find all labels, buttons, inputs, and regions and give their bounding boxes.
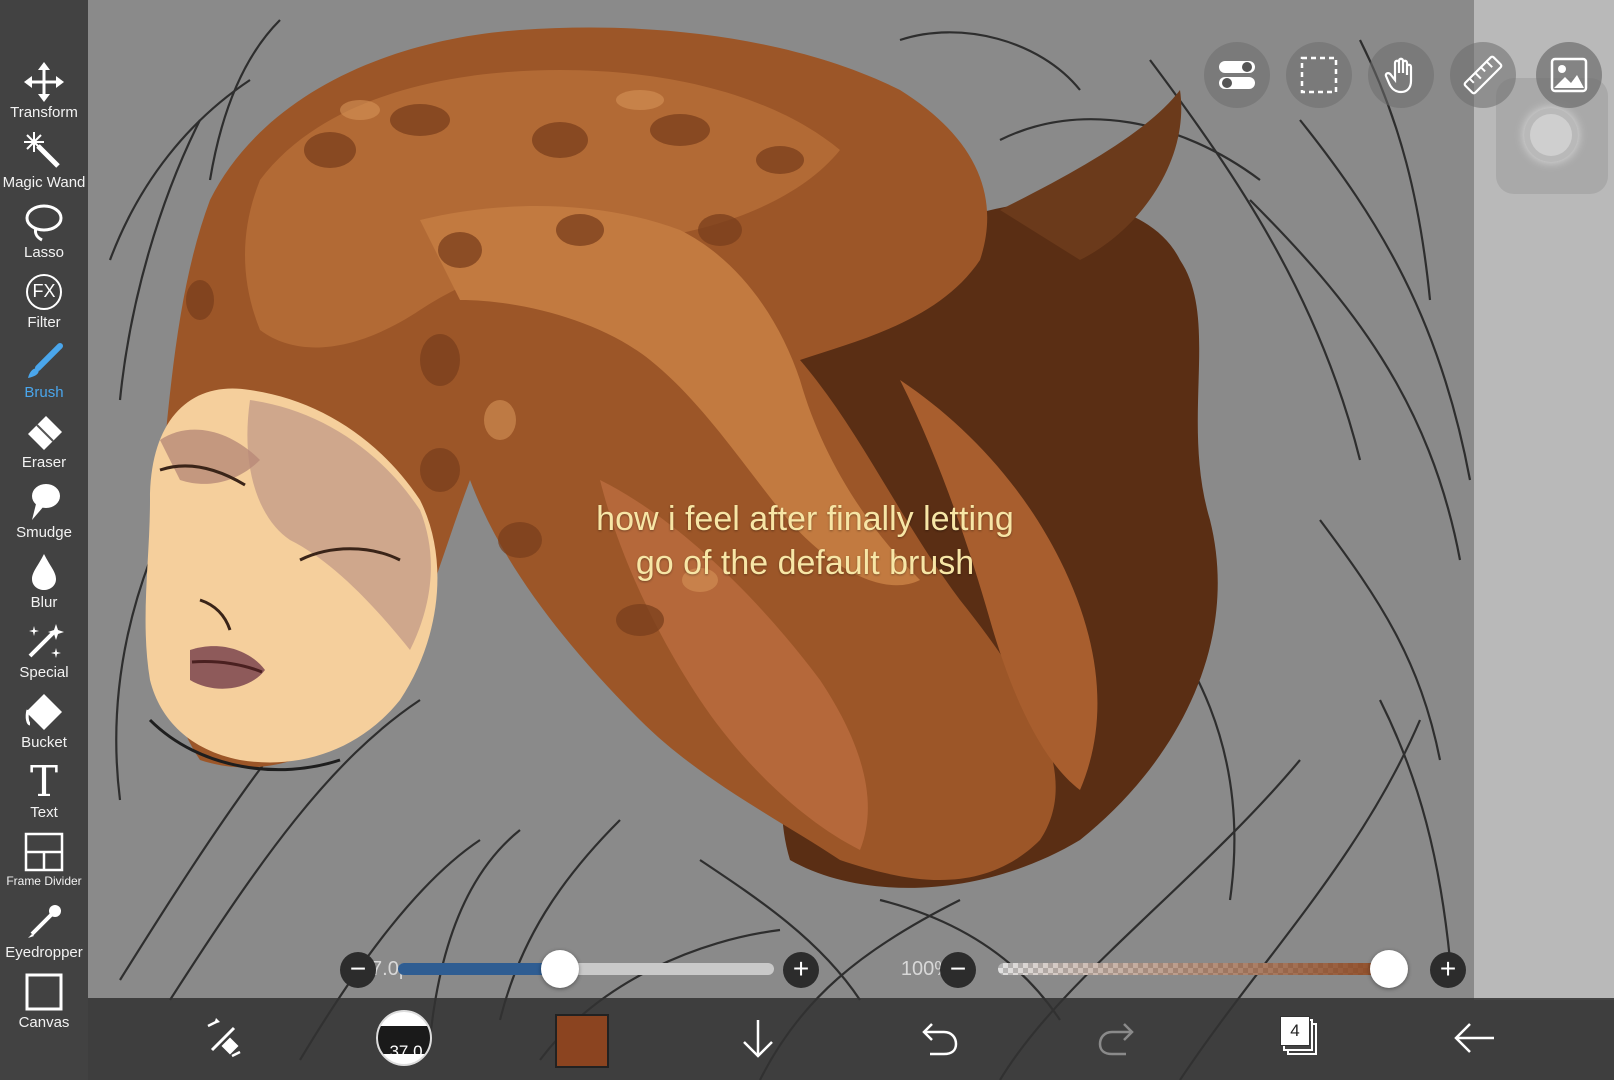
brush-opacity-slider[interactable] — [998, 963, 1408, 975]
tool-label: Blur — [30, 594, 58, 611]
canvas-icon — [22, 972, 66, 1012]
tool-label: Eyedropper — [5, 944, 83, 961]
undo-button[interactable] — [908, 1008, 968, 1068]
stabilizer-button[interactable] — [194, 1008, 254, 1068]
scroll-handle-dot[interactable] — [1524, 108, 1578, 162]
sparkle-icon — [22, 622, 66, 662]
tool-label: Magic Wand — [2, 174, 86, 191]
tool-eraser[interactable]: Eraser — [0, 408, 88, 478]
tool-text[interactable]: T Text — [0, 758, 88, 828]
lasso-icon — [22, 202, 66, 242]
fx-icon-text: FX — [26, 274, 62, 310]
tool-label: Bucket — [21, 734, 67, 751]
tool-smudge[interactable]: Smudge — [0, 478, 88, 548]
fx-icon: FX — [22, 272, 66, 312]
opacity-increase-button[interactable]: + — [1430, 952, 1466, 988]
hand-icon — [1384, 57, 1413, 94]
tool-lasso[interactable]: Lasso — [0, 198, 88, 268]
tool-eyedropper[interactable]: Eyedropper — [0, 898, 88, 968]
smudge-icon — [22, 482, 66, 522]
toggle-icon — [1219, 61, 1255, 89]
undo-icon — [922, 1023, 958, 1056]
eraser-icon — [22, 412, 66, 452]
frame-divider-icon — [22, 832, 66, 872]
tool-label: Smudge — [16, 524, 72, 541]
size-decrease-button[interactable]: − — [340, 952, 376, 988]
tool-label: Lasso — [23, 244, 65, 261]
tool-magic-wand[interactable]: Magic Wand — [0, 128, 88, 198]
layer-count: 4 — [1280, 1016, 1310, 1046]
drawing-canvas[interactable]: how i feel after finally letting go of t… — [0, 0, 1614, 1080]
brush-size-fill — [398, 963, 560, 975]
eyedropper-icon — [22, 902, 66, 942]
brush-slider-row: 37.0px − + 100% − + — [88, 950, 1474, 990]
redo-icon — [1098, 1023, 1134, 1056]
selection-icon — [1300, 56, 1338, 94]
bucket-icon — [22, 692, 66, 732]
arrow-down-icon — [743, 1020, 773, 1058]
tool-label: Canvas — [18, 1014, 70, 1031]
back-button[interactable] — [1444, 1008, 1504, 1068]
tool-label: Brush — [24, 384, 64, 401]
tool-special[interactable]: Special — [0, 618, 88, 688]
layers-button[interactable]: 4 — [1268, 1008, 1328, 1068]
color-picker-button[interactable] — [555, 1014, 609, 1068]
image-icon — [1550, 57, 1588, 93]
tool-label: Transform — [10, 104, 78, 121]
brush-preview-button[interactable]: 37.0 — [376, 1010, 432, 1066]
selection-button[interactable] — [1286, 42, 1352, 108]
tool-frame-divider[interactable]: Frame Divider — [0, 828, 88, 898]
move-arrows-icon — [22, 62, 66, 102]
droplet-icon — [22, 552, 66, 592]
tool-label: Frame Divider — [6, 874, 82, 888]
material-button[interactable] — [1536, 42, 1602, 108]
arrow-left-icon — [1454, 1023, 1494, 1053]
brush-settings-icon — [207, 1018, 241, 1058]
redo-button[interactable] — [1088, 1008, 1148, 1068]
brush-icon — [22, 342, 66, 382]
tool-label: Text — [30, 804, 58, 821]
tool-label: Special — [19, 664, 69, 681]
tool-label: Eraser — [21, 454, 67, 471]
caption-line-1: how i feel after finally letting — [596, 500, 1014, 538]
quick-toggle-button[interactable] — [1204, 42, 1270, 108]
layer-merge-down-button[interactable] — [728, 1008, 788, 1068]
brush-opacity-label: 100% — [900, 958, 952, 980]
text-icon-glyph: T — [29, 757, 58, 806]
size-increase-button[interactable]: + — [783, 952, 819, 988]
tool-canvas[interactable]: Canvas — [0, 968, 88, 1038]
tool-transform[interactable]: Transform — [0, 58, 88, 128]
magic-wand-icon — [22, 132, 66, 172]
caption-text: how i feel after finally letting go of t… — [560, 497, 1050, 585]
brush-opacity-knob[interactable] — [1370, 950, 1408, 988]
brush-size-knob[interactable] — [540, 950, 579, 988]
tool-palette: Transform Magic Wand Lasso FX Filter Bru… — [0, 0, 88, 1080]
text-icon: T — [22, 757, 66, 806]
caption-line-2: go of the default brush — [635, 544, 975, 582]
brush-size-slider[interactable] — [398, 963, 774, 975]
tool-filter[interactable]: FX Filter — [0, 268, 88, 338]
tool-label: Filter — [27, 314, 61, 331]
hand-tool-button[interactable] — [1368, 42, 1434, 108]
ruler-button[interactable] — [1450, 42, 1516, 108]
app-window: how i feel after finally letting go of t… — [0, 0, 1614, 1080]
tool-brush[interactable]: Brush — [0, 338, 88, 408]
tool-bucket[interactable]: Bucket — [0, 688, 88, 758]
bottom-toolbar: 37.0 4 — [88, 998, 1614, 1080]
ruler-icon — [1463, 55, 1503, 95]
brush-preview-value: 37.0 — [389, 1042, 423, 1061]
tool-blur[interactable]: Blur — [0, 548, 88, 618]
opacity-decrease-button[interactable]: − — [940, 952, 976, 988]
